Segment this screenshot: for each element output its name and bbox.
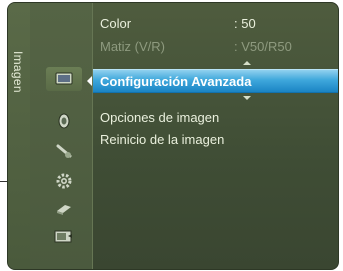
- application-icon[interactable]: [52, 227, 76, 247]
- menu-category-tab: Imagen: [8, 3, 31, 269]
- menu-item-value: : V50/R50: [234, 38, 292, 54]
- menu-item-picture-options[interactable]: Opciones de imagen: [93, 107, 338, 127]
- selection-pointer-icon: [87, 76, 92, 86]
- menu-item-label: Matiz (V/R): [100, 38, 165, 54]
- scroll-up-icon: [243, 61, 251, 65]
- tv-menu-panel: Imagen Color: 50 Matiz (V/R): V50/R50 …: [7, 2, 339, 270]
- menu-item-label: Opciones de imagen: [100, 109, 220, 125]
- callout-line: [0, 181, 7, 182]
- menu-item-advanced-settings[interactable]: Configuración Avanzada: [93, 69, 338, 93]
- channel-icon[interactable]: [52, 141, 76, 161]
- category-icon-column: [30, 3, 93, 269]
- menu-item-color[interactable]: Color : 50: [93, 13, 338, 33]
- setup-gear-icon[interactable]: [52, 171, 76, 191]
- menu-item-picture-reset[interactable]: Reinicio de la imagen: [93, 129, 338, 149]
- menu-item-label: Reinicio de la imagen: [100, 131, 225, 147]
- picture-icon[interactable]: [46, 67, 82, 91]
- menu-item-label: Configuración Avanzada: [100, 73, 252, 89]
- menu-item-label: Color: [100, 15, 132, 31]
- menu-item-value: : 50: [234, 15, 256, 31]
- sound-icon[interactable]: [52, 111, 76, 131]
- scroll-down-icon: [243, 96, 251, 100]
- picture-menu: Color : 50 Matiz (V/R) : V50/R50 Configu…: [93, 3, 338, 269]
- input-icon[interactable]: [52, 199, 76, 219]
- category-label: Imagen: [11, 51, 25, 93]
- menu-item-tint[interactable]: Matiz (V/R) : V50/R50: [93, 36, 338, 56]
